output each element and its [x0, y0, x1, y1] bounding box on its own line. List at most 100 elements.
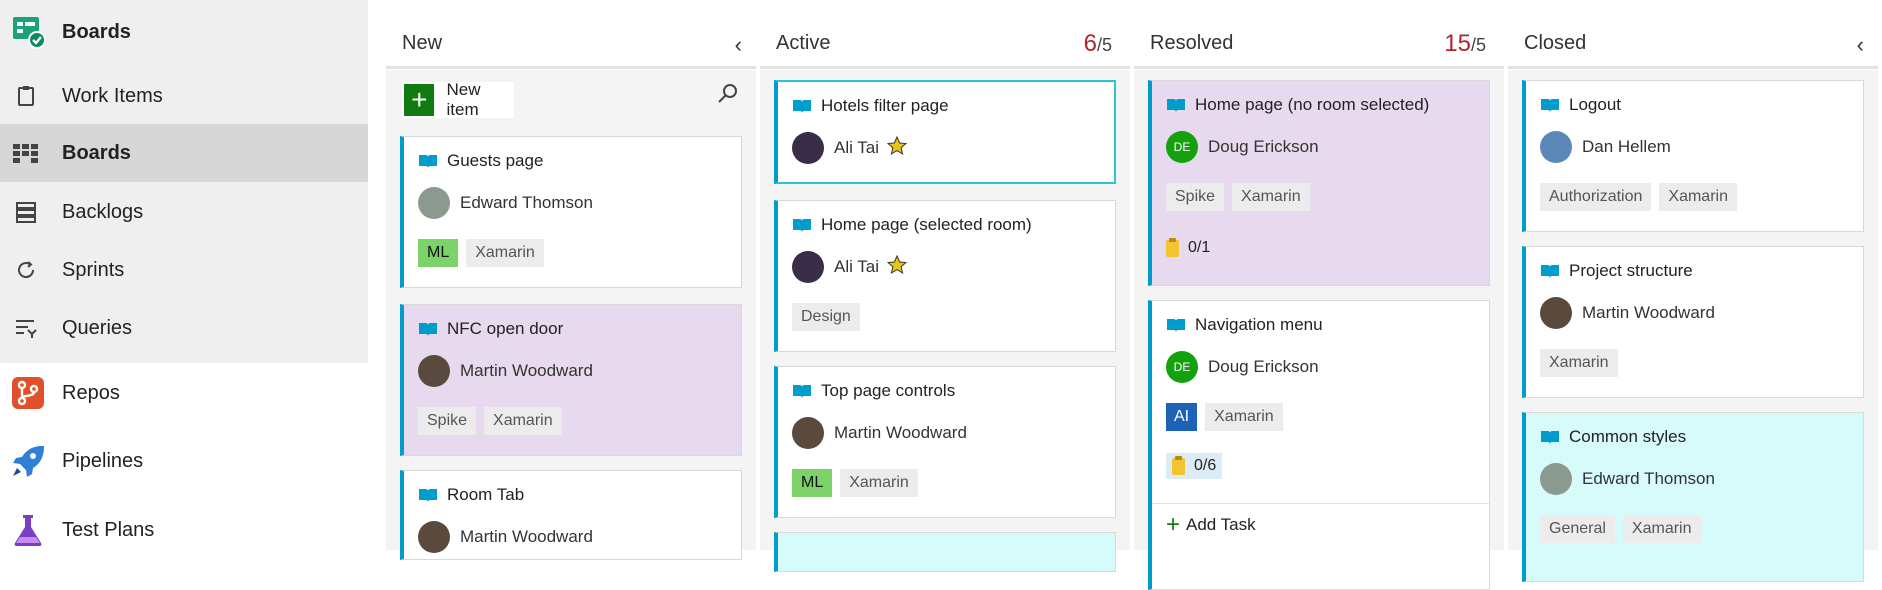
avatar: [1540, 463, 1572, 495]
avatar: [1540, 297, 1572, 329]
new-item-label: New item: [446, 80, 481, 119]
user-story-book-icon: [792, 383, 812, 399]
card-title[interactable]: Home page (selected room): [821, 215, 1032, 235]
tag: ML: [418, 239, 459, 267]
card-assignee: Ali Tai: [834, 257, 880, 276]
plus-icon: +: [404, 84, 435, 116]
column-body: Home page (no room selected) DE Doug Eric…: [1134, 70, 1504, 590]
card-title[interactable]: Home page (no room selected): [1195, 95, 1429, 115]
work-item-card[interactable]: Home page (selected room) Ali Tai Design: [774, 200, 1116, 352]
sidebar-item-boards[interactable]: Boards: [0, 124, 368, 182]
sidebar-item-queries[interactable]: Queries: [0, 306, 368, 350]
add-task-button[interactable]: + Add Task: [1166, 513, 1256, 537]
avatar: [1540, 131, 1572, 163]
work-item-card[interactable]: Logout Dan Hellem Authorization Xamarin: [1522, 80, 1864, 232]
sidebar-item-label: Test Plans: [62, 518, 155, 541]
sprints-icon: [12, 256, 40, 284]
column-header: Resolved 15/5: [1134, 28, 1504, 69]
collapse-chevron-icon[interactable]: ‹: [1857, 32, 1864, 58]
user-story-book-icon: [418, 321, 438, 337]
column-title: Closed: [1524, 32, 1587, 54]
card-assignee: Ali Tai: [834, 138, 880, 157]
badge-star-icon: [886, 254, 908, 280]
work-item-card[interactable]: Project structure Martin Woodward Xamari…: [1522, 246, 1864, 398]
wip-count: 6/5: [1083, 30, 1112, 57]
badge-star-icon: [886, 135, 908, 161]
user-story-book-icon: [792, 98, 812, 114]
column-body: Hotels filter page Ali Tai Home page (se…: [760, 70, 1130, 572]
tag: Xamarin: [1540, 349, 1618, 377]
card-assignee: Dan Hellem: [1582, 137, 1671, 156]
sidebar-item-backlogs[interactable]: Backlogs: [0, 190, 368, 234]
column-header: New ‹: [386, 28, 756, 69]
board-column-active: Active 6/5 Hotels filter page Ali Tai Ho…: [760, 0, 1130, 572]
user-story-book-icon: [1540, 263, 1560, 279]
work-item-card[interactable]: NFC open door Martin Woodward Spike Xamar…: [400, 304, 742, 456]
sidebar-item-pipelines[interactable]: Pipelines: [0, 437, 368, 485]
board-column-new: New ‹ + New item Guests page Edward Thom…: [386, 0, 756, 560]
card-title[interactable]: NFC open door: [447, 319, 563, 339]
work-item-card[interactable]: [774, 532, 1116, 572]
sidebar-item-label: Queries: [62, 316, 133, 339]
user-story-book-icon: [792, 217, 812, 233]
task-count: 0/6: [1194, 457, 1217, 474]
tag: Xamarin: [1622, 515, 1701, 543]
board-column-resolved: Resolved 15/5 Home page (no room selecte…: [1134, 0, 1504, 590]
task-progress[interactable]: 0/6: [1166, 453, 1223, 479]
search-icon[interactable]: [716, 82, 740, 111]
column-title: New: [402, 32, 443, 54]
left-navigation: Boards Work Items Boards Backlogs Sprint…: [0, 0, 368, 550]
card-title[interactable]: Common styles: [1569, 427, 1686, 447]
tag: Xamarin: [1232, 183, 1310, 211]
sidebar-item-sprints[interactable]: Sprints: [0, 248, 368, 292]
nav-boards-hub[interactable]: Boards: [0, 8, 368, 56]
test-plans-icon: [10, 512, 46, 548]
sidebar-item-label: Sprints: [62, 258, 125, 281]
collapse-chevron-icon[interactable]: ‹: [735, 32, 742, 58]
work-item-card[interactable]: Guests page Edward Thomson ML Xamarin: [400, 136, 742, 288]
new-item-button[interactable]: + New item: [402, 80, 514, 119]
card-assignee: Martin Woodward: [460, 527, 593, 546]
avatar: [792, 417, 824, 449]
nav-boards-hub-label: Boards: [62, 20, 131, 43]
work-item-card[interactable]: Common styles Edward Thomson General Xama…: [1522, 412, 1864, 582]
tag: Xamarin: [840, 469, 918, 497]
work-item-card[interactable]: Home page (no room selected) DE Doug Eric…: [1148, 80, 1490, 286]
column-body: Logout Dan Hellem Authorization Xamarin P…: [1508, 70, 1878, 582]
queries-icon: [12, 314, 40, 342]
card-title[interactable]: Guests page: [447, 151, 543, 171]
card-assignee: Doug Erickson: [1208, 137, 1319, 156]
card-title[interactable]: Top page controls: [821, 381, 955, 401]
sidebar-item-repos[interactable]: Repos: [0, 369, 368, 417]
work-item-card[interactable]: Navigation menu DE Doug Erickson AI Xamari…: [1148, 300, 1490, 590]
column-header: Active 6/5: [760, 28, 1130, 69]
tag: Spike: [1166, 183, 1225, 211]
card-divider: [1152, 503, 1489, 504]
column-title: Resolved: [1150, 32, 1234, 54]
work-item-card[interactable]: Room Tab Martin Woodward: [400, 470, 742, 560]
avatar: [792, 132, 824, 164]
sidebar-item-work-items[interactable]: Work Items: [0, 74, 368, 118]
card-assignee: Martin Woodward: [834, 423, 967, 442]
card-title[interactable]: Logout: [1569, 95, 1621, 115]
tag: Xamarin: [484, 407, 562, 435]
avatar: [792, 251, 824, 283]
task-clipboard-icon: [1166, 237, 1179, 257]
card-title[interactable]: Navigation menu: [1195, 315, 1323, 335]
avatar: DE: [1166, 131, 1198, 163]
tag: AI: [1166, 403, 1198, 431]
user-story-book-icon: [1540, 429, 1560, 445]
card-title[interactable]: Room Tab: [447, 485, 524, 505]
work-item-card[interactable]: Hotels filter page Ali Tai: [774, 80, 1116, 184]
card-title[interactable]: Project structure: [1569, 261, 1693, 281]
sidebar-item-label: Repos: [62, 381, 120, 404]
avatar: [418, 355, 450, 387]
card-title[interactable]: Hotels filter page: [821, 96, 949, 116]
plus-icon: +: [1166, 511, 1181, 538]
sidebar-item-test-plans[interactable]: Test Plans: [0, 506, 368, 554]
sidebar-item-label: Pipelines: [62, 449, 144, 472]
task-progress[interactable]: 0/1: [1166, 237, 1210, 257]
boards-grid-icon: [12, 139, 40, 167]
user-story-book-icon: [1166, 97, 1186, 113]
work-item-card[interactable]: Top page controls Martin Woodward ML Xama…: [774, 366, 1116, 518]
